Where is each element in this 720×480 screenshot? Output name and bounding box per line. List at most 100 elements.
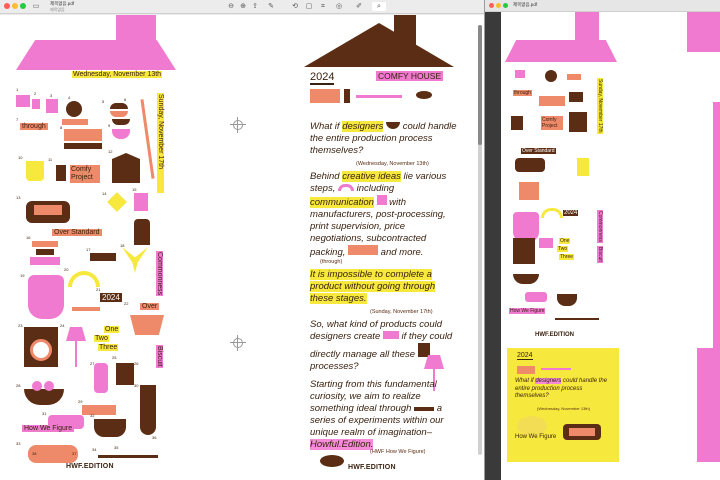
highlight-designers: designers <box>342 121 384 132</box>
chimney <box>116 15 156 40</box>
washing-machine-icon <box>417 343 430 357</box>
stick-icon <box>140 99 155 179</box>
item-number: 15 <box>132 187 137 192</box>
circle-icon[interactable]: ◎ <box>334 2 344 11</box>
clock-icon <box>545 70 557 82</box>
item-number: 31 <box>42 411 47 416</box>
page1-logo: HWF.EDITION <box>66 463 114 470</box>
close-window-button[interactable] <box>489 3 494 8</box>
preview-window-main: ▭ 제목없음.pdf 제목없음 ⊖ ⊕ ⇪ ✎ ⟲ ▢ ⌗ ◎ ✐ ⌕ Wedn… <box>0 0 484 480</box>
pot-icon <box>94 419 126 437</box>
sofa-cushion-icon <box>569 428 595 436</box>
brush-icon <box>356 95 402 98</box>
pen-icon[interactable]: ✎ <box>264 2 278 11</box>
item-number: 26 <box>134 361 139 366</box>
drum-icon <box>130 315 164 335</box>
rotate-icon[interactable]: ⟲ <box>290 2 300 11</box>
decor-icon <box>517 366 535 374</box>
zoom-in-icon[interactable]: ⊕ <box>238 2 248 11</box>
sidebar-dark <box>485 12 501 480</box>
chimney <box>575 12 599 42</box>
page4-year: 2024 <box>517 352 533 360</box>
over-label: Over <box>140 303 160 310</box>
page3-logo: HWF.EDITION <box>535 332 574 338</box>
pdf-page-2: 2024 COMFY HOUSE What if designers could… <box>290 15 466 480</box>
item-number: 8 <box>60 125 63 130</box>
lamp-stand <box>75 341 77 367</box>
next-page-edge <box>713 102 720 352</box>
trumpet-icon <box>82 405 116 415</box>
item-number: 27 <box>90 361 95 366</box>
half-circle-icon <box>320 455 344 467</box>
document-canvas[interactable]: Wednesday, November 13th Sunday, Novembe… <box>0 15 484 480</box>
highlight-creative-ideas: creative ideas <box>342 171 401 182</box>
car-icon <box>525 292 547 302</box>
comfy-project-label-3: Comfy Project <box>541 116 563 130</box>
rainbow-icon <box>541 208 563 218</box>
item-number: 19 <box>20 273 25 278</box>
zoom-window-button[interactable] <box>503 3 508 8</box>
vase-icon <box>134 219 150 245</box>
brush-icon <box>541 368 571 370</box>
paragraph-5: Starting from this fundamental curiosity… <box>310 379 444 450</box>
scrollbar[interactable] <box>478 25 482 455</box>
registration-mark-icon <box>230 117 246 133</box>
highlight-icon[interactable]: ✐ <box>352 2 366 11</box>
page4-how-we-figure: How We Figure <box>515 434 557 440</box>
box-icon <box>46 99 58 113</box>
item-number: 3 <box>50 93 53 98</box>
zoom-window-button[interactable] <box>20 3 26 9</box>
train-icon <box>539 96 565 106</box>
item-number: 34 <box>92 447 97 452</box>
paragraph-3: It is impossible to complete a product w… <box>310 269 460 305</box>
fruit-bowl-icon <box>24 389 64 405</box>
lamp-icon <box>539 238 553 248</box>
item-number: 33 <box>16 441 21 446</box>
item-number: 10 <box>18 155 23 160</box>
item-number: 12 <box>108 149 113 154</box>
car-icon <box>382 331 399 339</box>
sidebar-icon[interactable]: ▭ <box>30 2 42 11</box>
item-number: 4 <box>68 95 71 100</box>
page2-logo: HWF.EDITION <box>348 464 396 471</box>
how-we-figure-label: How We Figure <box>22 425 75 432</box>
next-page-edge <box>697 348 720 462</box>
item-number: 17 <box>86 247 91 252</box>
crop-icon[interactable]: ⌗ <box>318 2 328 11</box>
train-wheels-icon <box>64 143 102 149</box>
item-number: 13 <box>16 195 21 200</box>
house-icon <box>112 153 140 183</box>
share-icon[interactable]: ⇪ <box>250 2 260 11</box>
bowl-icon <box>112 119 130 125</box>
zoom-out-icon[interactable]: ⊖ <box>226 2 236 11</box>
close-window-button[interactable] <box>4 3 10 9</box>
document-canvas-2[interactable]: Sunday, November 17th through Comfy Proj… <box>501 12 720 480</box>
item-number: 14 <box>102 191 107 196</box>
roof <box>505 40 617 62</box>
item-number: 11 <box>48 157 53 162</box>
item-number: 2 <box>34 91 37 96</box>
item-number: 25 <box>112 355 117 360</box>
stack-icon <box>32 241 58 247</box>
scissors-icon <box>577 158 589 176</box>
scrollbar-thumb[interactable] <box>478 25 482 145</box>
registration-mark-icon <box>230 335 246 351</box>
minimize-window-button[interactable] <box>12 3 18 9</box>
fruit-icon <box>44 381 54 391</box>
bag-icon <box>16 95 30 107</box>
stack-icon <box>30 257 60 265</box>
page2-title: COMFY HOUSE <box>376 71 444 81</box>
minimize-window-button[interactable] <box>496 3 501 8</box>
page2-year: 2024 <box>310 71 335 85</box>
item-number: 7 <box>16 117 19 122</box>
date-start: Wednesday, November 13th <box>72 71 163 78</box>
over-standard-label-3: Over Standard <box>521 148 556 154</box>
markup-icon[interactable]: ▢ <box>304 2 314 11</box>
pdf-page-4: 2024 What if designers could handle the … <box>507 348 619 462</box>
bowl-icon <box>567 74 581 80</box>
search-icon[interactable]: ⌕ <box>372 2 386 11</box>
bowl-icon <box>112 129 130 139</box>
comfy-project-label: Comfy Project <box>70 165 100 183</box>
flower-icon <box>134 193 148 211</box>
two-label: Two <box>94 335 109 342</box>
